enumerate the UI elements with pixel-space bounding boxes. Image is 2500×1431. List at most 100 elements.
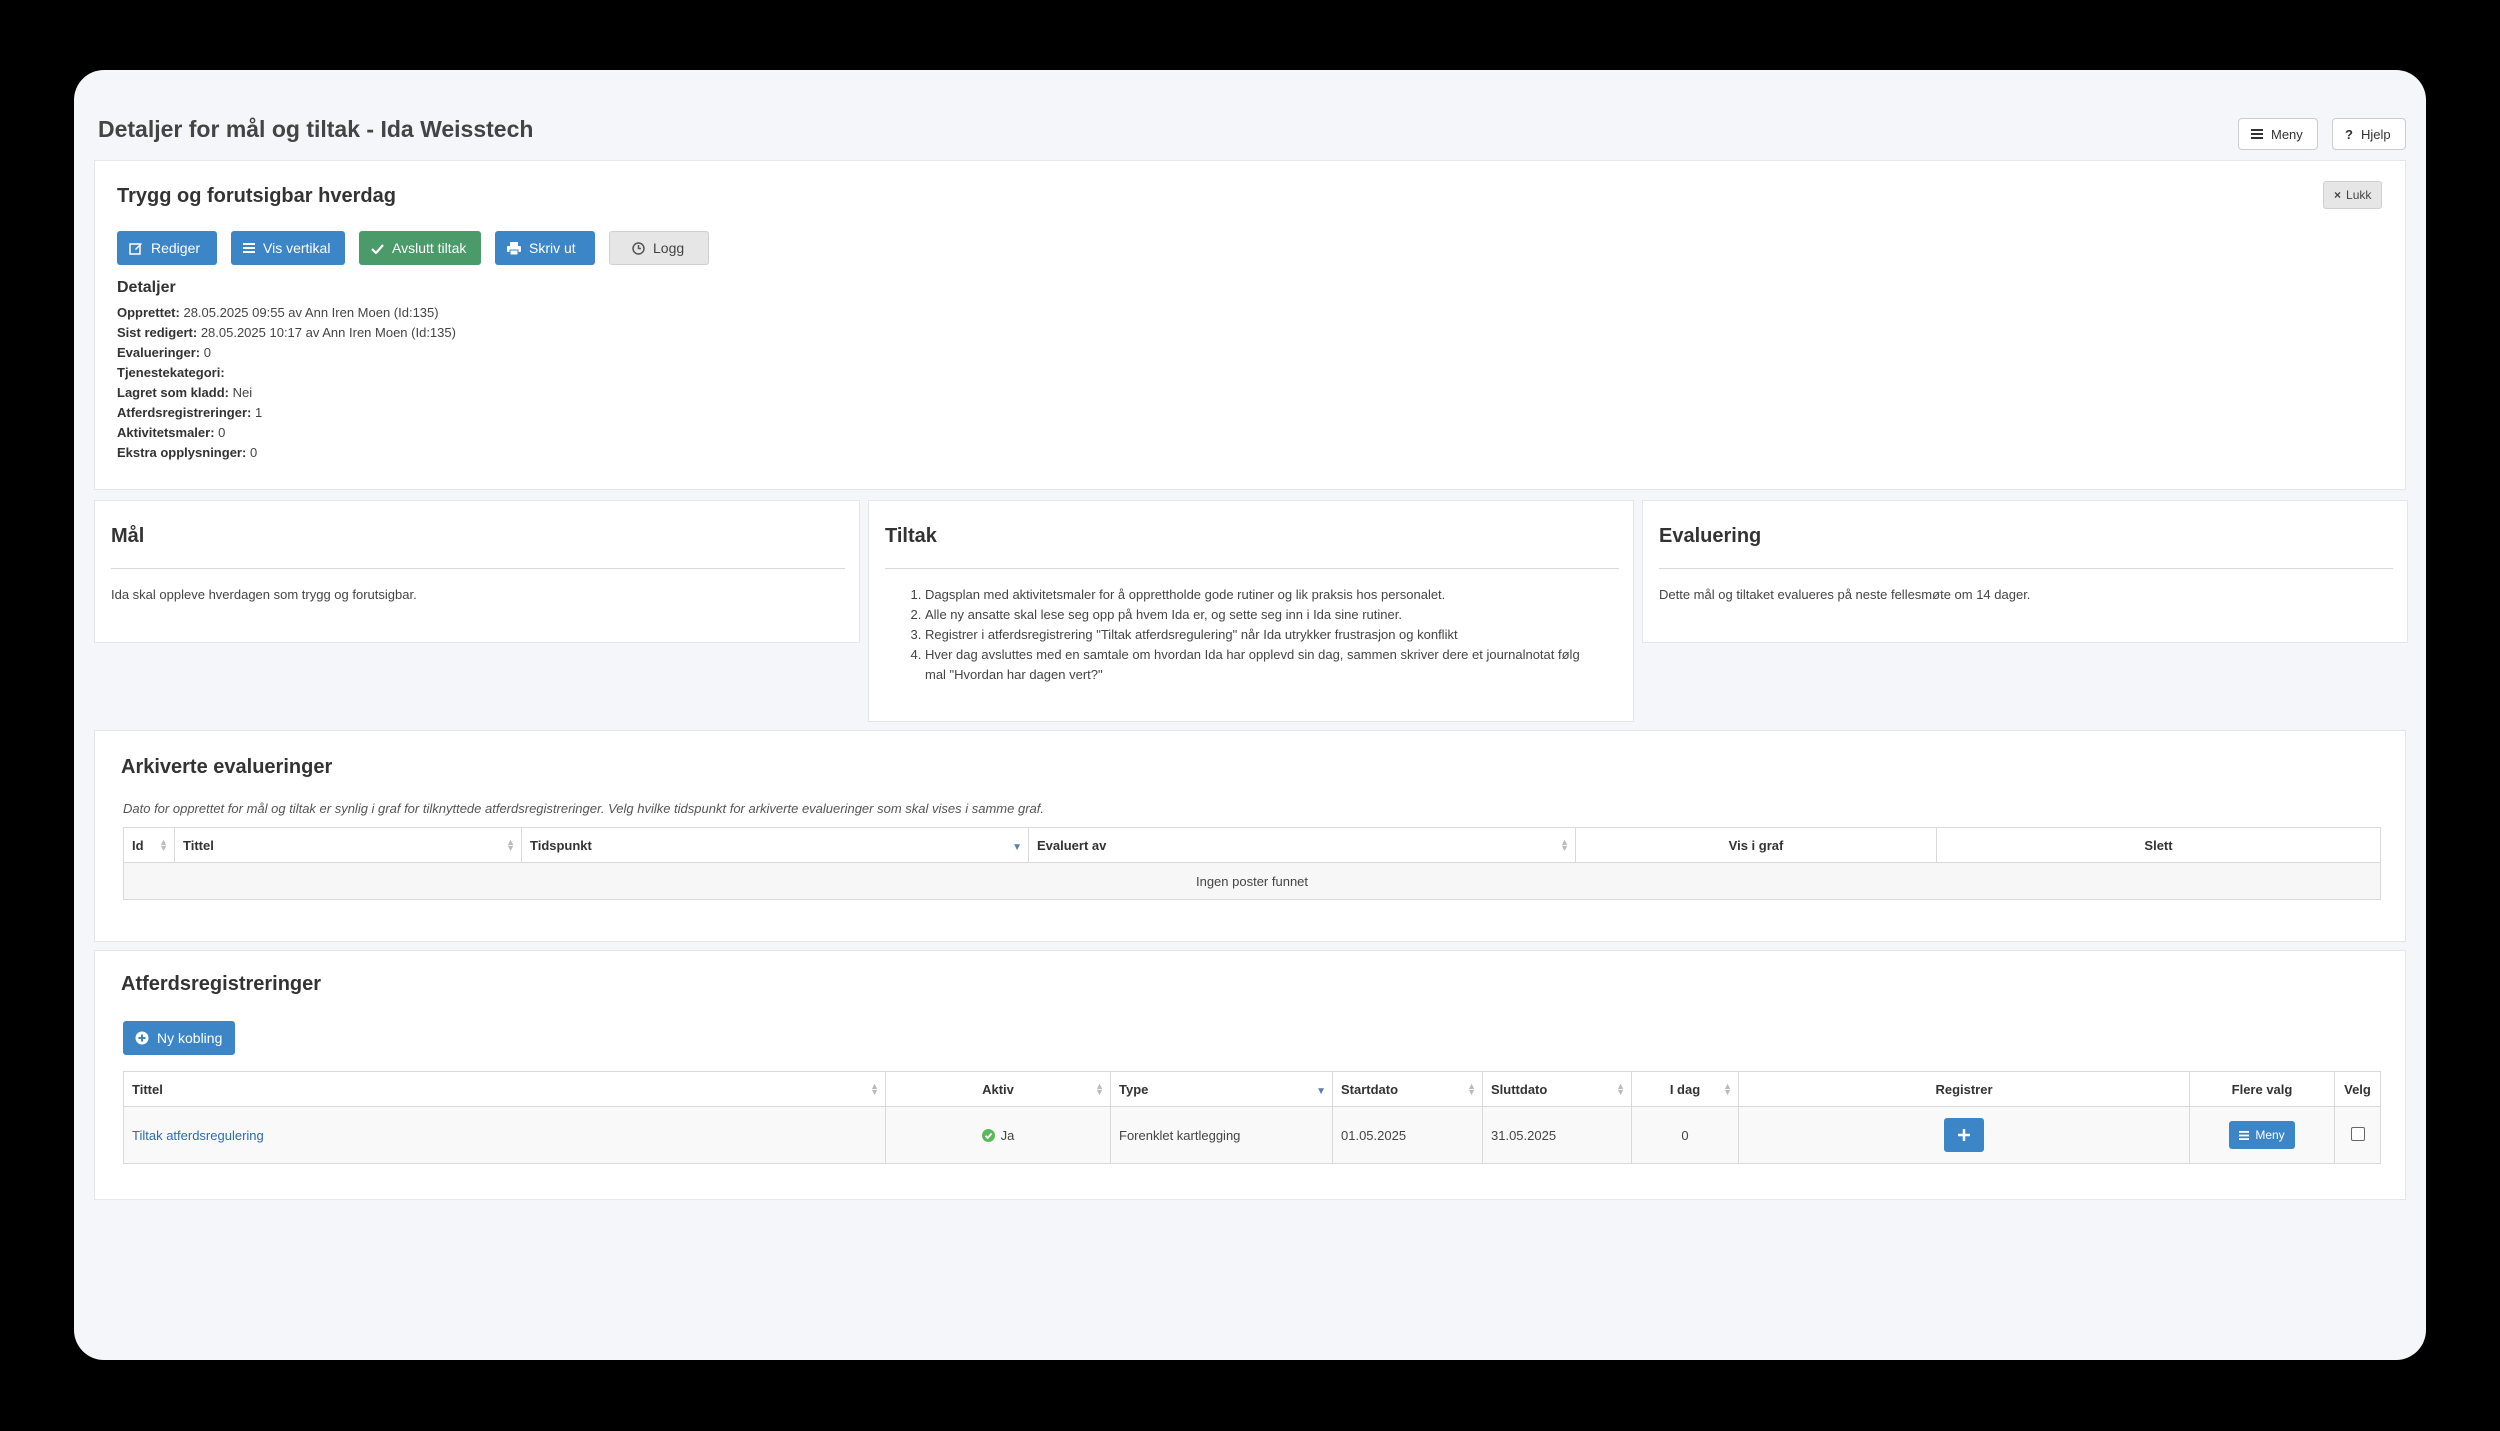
menu-button-label: Meny [2271, 126, 2303, 142]
registration-title-cell: Tiltak atferdsregulering [123, 1106, 886, 1164]
archived-table: Id ▲ ▼ Tittel ▲ ▼ Tidspunkt ▼ Evaluert av ▲ ▼ V… [123, 827, 2381, 900]
registration-end-cell: 31.05.2025 [1482, 1106, 1632, 1164]
table-header-row: Id ▲ ▼ Tittel ▲ ▼ Tidspunkt ▼ Evaluert av ▲ ▼ V… [123, 827, 2381, 863]
goal-description-title: Mål [111, 525, 145, 547]
behavior-registrations-panel: Atferdsregistreringer Ny kobling Tittel ▲… [94, 950, 2406, 1200]
measure-item: Dagsplan med aktivitetsmaler for å oppre… [925, 585, 1595, 605]
registration-type-cell: Forenklet kartlegging [1110, 1106, 1333, 1164]
registration-more-cell: Meny [2189, 1106, 2335, 1164]
column-header-title[interactable]: Tittel ▲ ▼ [123, 1071, 886, 1107]
evaluation-title: Evaluering [1659, 525, 1762, 547]
registration-today-cell: 0 [1631, 1106, 1739, 1164]
close-button-label: Lukk [2346, 188, 2372, 202]
log-button[interactable]: Logg [609, 231, 709, 265]
evaluation-text: Dette mål og tiltaket evalueres på neste… [1659, 587, 2031, 602]
archived-evaluations-panel: Arkiverte evalueringer Dato for opprette… [94, 730, 2406, 942]
vertical-view-button-label: Vis vertikal [263, 240, 331, 256]
measure-item: Alle ny ansatte skal lese seg opp på hve… [925, 605, 1595, 625]
column-header-today[interactable]: I dag ▲ ▼ [1631, 1071, 1739, 1107]
column-header-start[interactable]: Startdato ▲ ▼ [1332, 1071, 1483, 1107]
clock-icon [632, 241, 645, 255]
sort-icon: ▲ ▼ [1723, 1081, 1732, 1097]
sort-icon: ▲ ▼ [506, 837, 515, 853]
sort-icon: ▲ ▼ [159, 837, 168, 853]
registration-active-cell: Ja [885, 1106, 1111, 1164]
register-button[interactable] [1944, 1118, 1984, 1152]
details-heading: Detaljer [117, 279, 176, 296]
hamburger-icon [2239, 1130, 2250, 1140]
column-header-register: Registrer [1738, 1071, 2190, 1107]
registrations-title: Atferdsregistreringer [121, 973, 322, 995]
measures-title: Tiltak [885, 525, 937, 547]
active-value: Ja [1000, 1127, 1015, 1143]
registration-select-cell [2334, 1106, 2381, 1164]
registrations-table: Tittel ▲ ▼ Aktiv ▲ ▼ Type ▼ Startdato ▲ ▼ Slutt… [123, 1071, 2381, 1164]
printer-icon [507, 241, 521, 255]
plus-icon [1958, 1129, 1970, 1141]
edit-button-label: Rediger [151, 240, 201, 256]
question-icon: ? [2345, 126, 2353, 142]
list-icon [243, 243, 255, 253]
goal-panel: Trygg og forutsigbar hverdag × Lukk Redi… [94, 160, 2406, 490]
column-header-show-in-graph: Vis i graf [1575, 827, 1937, 863]
end-measure-button-label: Avslutt tiltak [392, 240, 467, 256]
goal-description-panel: Mål Ida skal oppleve hverdagen som trygg… [94, 500, 860, 643]
detail-behavior-registrations: Atferdsregistreringer: 1 [117, 405, 263, 420]
column-header-evaluated-by[interactable]: Evaluert av ▲ ▼ [1028, 827, 1576, 863]
check-icon [371, 243, 384, 254]
empty-message: Ingen poster funnet [123, 862, 2381, 900]
print-button-label: Skriv ut [529, 240, 576, 256]
column-header-delete: Slett [1936, 827, 2381, 863]
detail-last-edited: Sist redigert: 28.05.2025 10:17 av Ann I… [117, 325, 456, 340]
sort-icon: ▲ ▼ [1467, 1081, 1476, 1097]
row-select-checkbox[interactable] [2350, 1126, 2365, 1141]
divider [885, 568, 1619, 569]
measure-item: Hver dag avsluttes med en samtale om hvo… [925, 645, 1595, 685]
detail-created: Opprettet: 28.05.2025 09:55 av Ann Iren … [117, 305, 439, 320]
archived-note: Dato for opprettet for mål og tiltak er … [123, 801, 1044, 816]
print-button[interactable]: Skriv ut [495, 231, 595, 265]
column-header-title[interactable]: Tittel ▲ ▼ [174, 827, 522, 863]
registration-title-link[interactable]: Tiltak atferdsregulering [132, 1128, 264, 1143]
new-link-button-label: Ny kobling [157, 1030, 223, 1046]
sort-desc-icon: ▼ [1316, 1086, 1326, 1097]
device-frame: Detaljer for mål og tiltak - Ida Weisste… [0, 0, 2500, 1431]
column-header-time[interactable]: Tidspunkt ▼ [521, 827, 1029, 863]
end-measure-button[interactable]: Avslutt tiltak [359, 231, 481, 265]
table-row: Tiltak atferdsregulering Ja Forenklet ka… [123, 1106, 2381, 1164]
close-button[interactable]: × Lukk [2323, 181, 2383, 209]
table-header-row: Tittel ▲ ▼ Aktiv ▲ ▼ Type ▼ Startdato ▲ ▼ Slutt… [123, 1071, 2381, 1107]
detail-draft: Lagret som kladd: Nei [117, 385, 253, 400]
evaluation-panel: Evaluering Dette mål og tiltaket evaluer… [1642, 500, 2408, 643]
page-title: Detaljer for mål og tiltak - Ida Weisste… [98, 116, 534, 142]
edit-icon [129, 243, 142, 255]
sort-icon: ▲ ▼ [1616, 1081, 1625, 1097]
help-button[interactable]: ? Hjelp [2332, 118, 2406, 150]
menu-button[interactable]: Meny [2238, 118, 2318, 150]
help-button-label: Hjelp [2360, 126, 2391, 142]
new-link-button[interactable]: Ny kobling [123, 1021, 235, 1055]
log-button-label: Logg [653, 240, 685, 256]
column-header-end[interactable]: Sluttdato ▲ ▼ [1482, 1071, 1632, 1107]
close-icon: × [2334, 188, 2342, 202]
vertical-view-button[interactable]: Vis vertikal [231, 231, 345, 265]
column-header-type[interactable]: Type ▼ [1110, 1071, 1333, 1107]
sort-icon: ▲ ▼ [1560, 837, 1569, 853]
measures-panel: Tiltak Dagsplan med aktivitetsmaler for … [868, 500, 1634, 722]
row-menu-button[interactable]: Meny [2229, 1121, 2295, 1149]
check-circle-icon [981, 1128, 995, 1142]
column-header-id[interactable]: Id ▲ ▼ [123, 827, 175, 863]
column-header-select: Velg [2334, 1071, 2381, 1107]
divider [1659, 568, 2393, 569]
plus-circle-icon [135, 1031, 149, 1045]
detail-evaluations: Evalueringer: 0 [117, 345, 211, 360]
registration-start-cell: 01.05.2025 [1332, 1106, 1483, 1164]
detail-extra-info: Ekstra opplysninger: 0 [117, 445, 258, 460]
column-header-active[interactable]: Aktiv ▲ ▼ [885, 1071, 1111, 1107]
column-header-more: Flere valg [2189, 1071, 2335, 1107]
detail-service-category: Tjenestekategori: [117, 365, 225, 380]
hamburger-icon [2251, 129, 2263, 139]
edit-button[interactable]: Rediger [117, 231, 217, 265]
app-screen: Detaljer for mål og tiltak - Ida Weisste… [74, 70, 2426, 1360]
sort-icon: ▲ ▼ [1095, 1081, 1104, 1097]
